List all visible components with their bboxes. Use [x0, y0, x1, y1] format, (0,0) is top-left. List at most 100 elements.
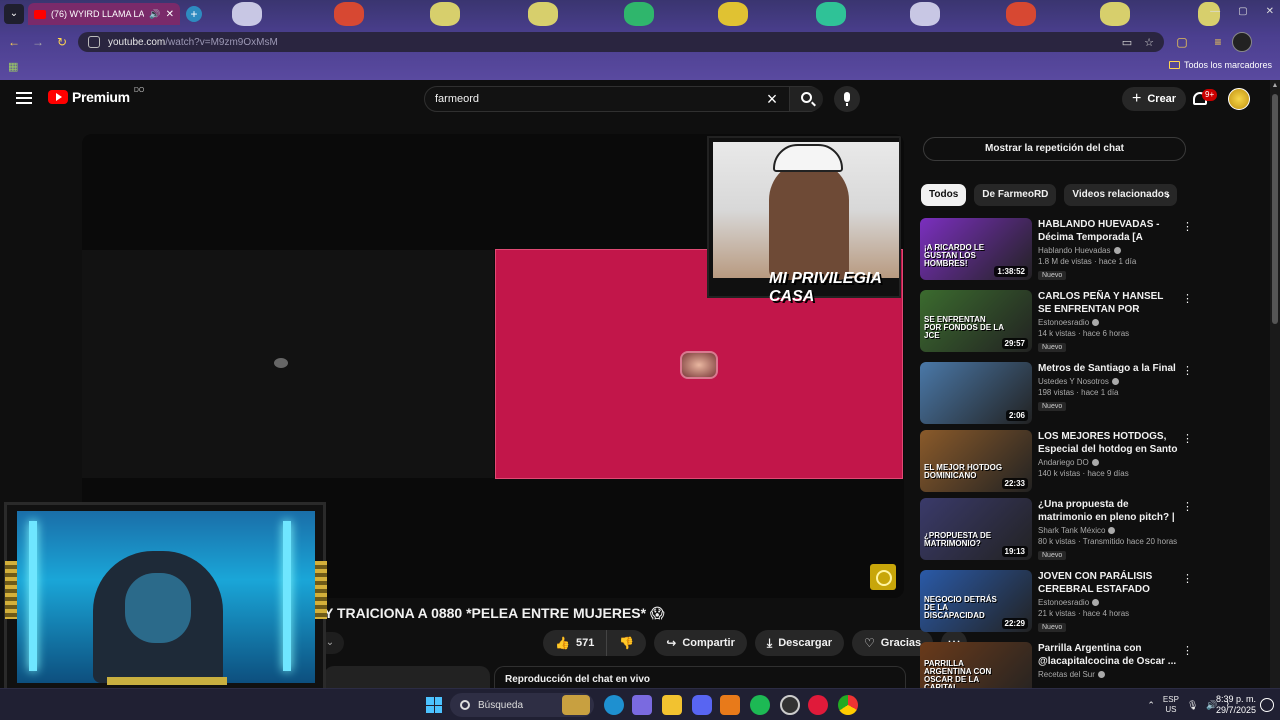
- led-light: [283, 521, 291, 671]
- recommendation-item[interactable]: 2:06 Metros de Santiago a la Final Ustedes…: [920, 362, 1193, 428]
- description-box[interactable]: [324, 666, 490, 690]
- profile-avatar[interactable]: [1232, 32, 1252, 52]
- close-tab-icon[interactable]: ✕: [166, 9, 174, 20]
- forward-icon[interactable]: →: [30, 34, 46, 50]
- bookmark-star-icon[interactable]: ☆: [1144, 36, 1154, 49]
- search-input[interactable]: farmeord: [435, 93, 479, 105]
- channel-watermark[interactable]: [870, 564, 896, 590]
- close-window-icon[interactable]: ✕: [1266, 6, 1274, 17]
- file-explorer-icon[interactable]: [662, 695, 682, 715]
- channel-name[interactable]: Recetas del Sur: [1038, 670, 1095, 679]
- address-bar[interactable]: youtube.com/watch?v=M9zm9OxMsM ▭ ☆: [78, 32, 1164, 52]
- more-options-icon[interactable]: ⋮: [1182, 500, 1193, 513]
- edge-icon[interactable]: [604, 695, 624, 715]
- host-webcam: MI PRIVILEGIA CASA: [707, 136, 901, 305]
- recommendation-title[interactable]: Parrilla Argentina con @lacapitalcocina …: [1038, 642, 1178, 668]
- more-options-icon[interactable]: ⋮: [1182, 220, 1193, 233]
- chip-all[interactable]: Todos: [921, 184, 967, 206]
- menu-icon[interactable]: [16, 92, 32, 104]
- video-thumbnail[interactable]: SE ENFRENTAN POR FONDOS DE LA JCE 29:57: [920, 290, 1032, 352]
- recommendation-item[interactable]: ¿PROPUESTA DE MATRIMONIO? 19:13 ¿Una propu…: [920, 498, 1193, 564]
- chip-from-channel[interactable]: De FarmeoRD: [974, 184, 1057, 206]
- opera-icon[interactable]: [808, 695, 828, 715]
- create-button[interactable]: + Crear: [1122, 87, 1187, 111]
- page-scrollbar[interactable]: [1270, 80, 1280, 688]
- windows-start-icon[interactable]: [426, 697, 442, 713]
- more-options-icon[interactable]: ⋮: [1182, 572, 1193, 585]
- search-button[interactable]: [789, 87, 823, 111]
- thumbs-down-icon: 👎: [619, 636, 635, 650]
- more-options-icon[interactable]: ⋮: [1182, 292, 1193, 305]
- chip-related[interactable]: Videos relacionados: [1064, 184, 1178, 206]
- recommendation-title[interactable]: ¿Una propuesta de matrimonio en pleno pi…: [1038, 498, 1178, 524]
- led-light: [29, 521, 37, 671]
- recommendation-item[interactable]: SE ENFRENTAN POR FONDOS DE LA JCE 29:57 CA…: [920, 290, 1193, 356]
- channel-name[interactable]: Ustedes Y Nosotros: [1038, 377, 1109, 386]
- channel-name[interactable]: Andariego DO: [1038, 458, 1089, 467]
- video-thumbnail[interactable]: NEGOCIO DETRÁS DE LA DISCAPACIDAD 22:29: [920, 570, 1032, 632]
- more-options-icon[interactable]: ⋮: [1182, 644, 1193, 657]
- recommendation-title[interactable]: LOS MEJORES HOTDOGS, Especial del hotdog…: [1038, 430, 1178, 456]
- taskbar-clock[interactable]: 8:39 p. m. 29/7/2025: [1216, 694, 1256, 716]
- recommendation-title[interactable]: HABLANDO HUEVADAS - Décima Temporada [A …: [1038, 218, 1178, 244]
- notification-center-icon[interactable]: [1260, 698, 1274, 712]
- all-bookmarks-button[interactable]: Todos los marcadores: [1168, 60, 1272, 70]
- like-button[interactable]: 👍 571: [543, 630, 606, 656]
- download-icon: ⤓: [766, 635, 773, 650]
- chevron-right-icon[interactable]: ›: [1166, 188, 1170, 202]
- recommendation-item[interactable]: EL MEJOR HOTDOG DOMINICANO 22:33 LOS MEJOR…: [920, 430, 1193, 496]
- recommendation-title[interactable]: CARLOS PEÑA Y HANSEL SE ENFRENTAN POR FO…: [1038, 290, 1178, 316]
- obs-icon[interactable]: [780, 695, 800, 715]
- more-options-icon[interactable]: ⋮: [1182, 364, 1193, 377]
- new-tab-button[interactable]: +: [186, 6, 202, 22]
- youtube-logo[interactable]: Premium DO: [48, 87, 144, 105]
- scrollbar-thumb[interactable]: [1272, 94, 1278, 324]
- tray-chevron-icon[interactable]: ⌃: [1147, 700, 1155, 711]
- video-thumbnail[interactable]: EL MEJOR HOTDOG DOMINICANO 22:33: [920, 430, 1032, 492]
- theme-decoration: [430, 2, 460, 26]
- recommendation-title[interactable]: Metros de Santiago a la Final: [1038, 362, 1178, 375]
- app-icon[interactable]: [720, 695, 740, 715]
- recommendation-item[interactable]: ¡A RICARDO LE GUSTAN LOS HOMBRES! 1:38:52…: [920, 218, 1193, 284]
- search-box[interactable]: farmeord ×: [424, 86, 823, 112]
- channel-name[interactable]: Estonoesradio: [1038, 318, 1089, 327]
- clear-search-icon[interactable]: ×: [763, 90, 781, 108]
- copilot-icon[interactable]: [632, 695, 652, 715]
- youtube-header: Premium DO farmeord × + Crear 9+: [0, 80, 1270, 118]
- video-thumbnail[interactable]: ¡A RICARDO LE GUSTAN LOS HOMBRES! 1:38:52: [920, 218, 1032, 280]
- dislike-button[interactable]: 👎: [606, 630, 646, 656]
- microphone-icon[interactable]: 🎙: [1187, 700, 1198, 711]
- channel-name[interactable]: Shark Tank México: [1038, 526, 1105, 535]
- recommendation-item[interactable]: NEGOCIO DETRÁS DE LA DISCAPACIDAD 22:29 JO…: [920, 570, 1193, 636]
- voice-search-icon[interactable]: [834, 86, 860, 112]
- account-avatar[interactable]: [1228, 88, 1250, 110]
- channel-name[interactable]: Estonoesradio: [1038, 598, 1089, 607]
- video-thumbnail[interactable]: 2:06: [920, 362, 1032, 424]
- download-button[interactable]: ⤓ Descargar: [754, 630, 845, 656]
- speaker-icon[interactable]: 🔊: [149, 9, 160, 20]
- reading-list-icon[interactable]: ≡: [1210, 34, 1226, 50]
- more-options-icon[interactable]: ⋮: [1182, 432, 1193, 445]
- spotify-icon[interactable]: [750, 695, 770, 715]
- widgets-icon[interactable]: [562, 695, 590, 715]
- site-info-icon[interactable]: [88, 36, 100, 48]
- share-button[interactable]: ↪ Compartir: [654, 630, 747, 656]
- channel-name[interactable]: Hablando Huevadas: [1038, 246, 1111, 255]
- language-indicator[interactable]: ESP US: [1163, 695, 1179, 715]
- chrome-icon[interactable]: [838, 695, 858, 715]
- show-chat-replay-button[interactable]: Mostrar la repetición del chat: [923, 137, 1186, 161]
- back-icon[interactable]: ←: [6, 34, 22, 50]
- maximize-icon[interactable]: ▢: [1238, 6, 1247, 17]
- tab-search-button[interactable]: ⌄: [4, 4, 24, 24]
- discord-icon[interactable]: [692, 695, 712, 715]
- extension-icon[interactable]: ▢: [1174, 34, 1190, 50]
- recommendation-title[interactable]: JOVEN CON PARÁLISIS CEREBRAL ESTAFADO RE…: [1038, 570, 1178, 596]
- tab-active[interactable]: (76) WYIRD LLAMA LAMBO 🔊 ✕: [28, 3, 180, 25]
- apps-grid-icon[interactable]: ▦: [8, 60, 20, 73]
- video-thumbnail[interactable]: ¿PROPUESTA DE MATRIMONIO? 19:13: [920, 498, 1032, 560]
- cast-icon[interactable]: ▭: [1122, 36, 1132, 49]
- scroll-up-icon[interactable]: ▲: [1270, 82, 1280, 92]
- plus-icon: +: [1132, 90, 1142, 107]
- minimize-icon[interactable]: —: [1210, 6, 1220, 17]
- reload-icon[interactable]: ↻: [54, 34, 70, 50]
